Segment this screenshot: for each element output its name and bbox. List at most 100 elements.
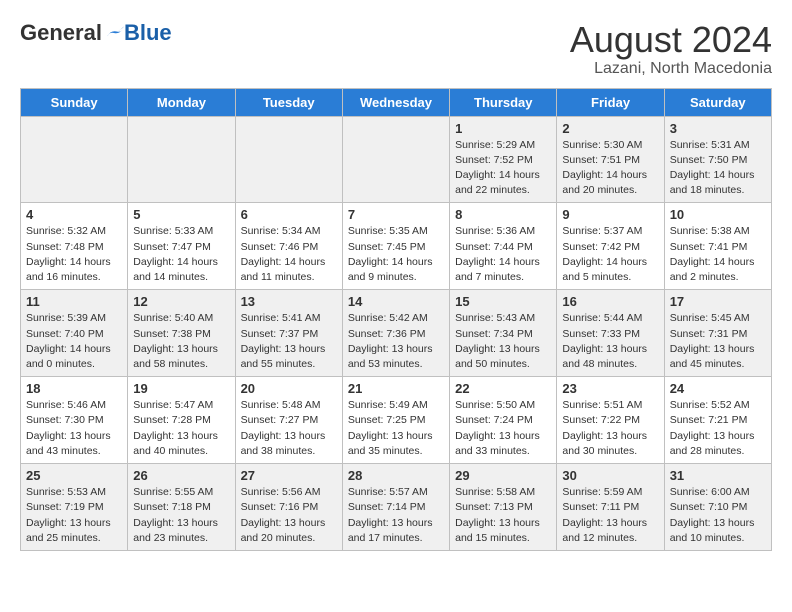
day-number: 25 bbox=[26, 468, 122, 483]
location-subtitle: Lazani, North Macedonia bbox=[570, 60, 772, 78]
day-info: Sunrise: 5:37 AMSunset: 7:42 PMDaylight:… bbox=[562, 224, 658, 285]
day-info: Sunrise: 5:44 AMSunset: 7:33 PMDaylight:… bbox=[562, 311, 658, 372]
logo: General Blue bbox=[20, 20, 172, 46]
day-info: Sunrise: 5:45 AMSunset: 7:31 PMDaylight:… bbox=[670, 311, 766, 372]
calendar-cell: 7 Sunrise: 5:35 AMSunset: 7:45 PMDaylight… bbox=[342, 203, 449, 290]
calendar-cell bbox=[342, 116, 449, 203]
day-info: Sunrise: 6:00 AMSunset: 7:10 PMDaylight:… bbox=[670, 485, 766, 546]
day-info: Sunrise: 5:41 AMSunset: 7:37 PMDaylight:… bbox=[241, 311, 337, 372]
day-info: Sunrise: 5:47 AMSunset: 7:28 PMDaylight:… bbox=[133, 398, 229, 459]
weekday-header-row: SundayMondayTuesdayWednesdayThursdayFrid… bbox=[21, 88, 772, 116]
day-info: Sunrise: 5:53 AMSunset: 7:19 PMDaylight:… bbox=[26, 485, 122, 546]
calendar-cell: 16 Sunrise: 5:44 AMSunset: 7:33 PMDayligh… bbox=[557, 290, 664, 377]
calendar-cell bbox=[235, 116, 342, 203]
day-number: 18 bbox=[26, 381, 122, 396]
day-number: 14 bbox=[348, 294, 444, 309]
day-info: Sunrise: 5:48 AMSunset: 7:27 PMDaylight:… bbox=[241, 398, 337, 459]
day-number: 31 bbox=[670, 468, 766, 483]
calendar-cell: 17 Sunrise: 5:45 AMSunset: 7:31 PMDayligh… bbox=[664, 290, 771, 377]
day-number: 16 bbox=[562, 294, 658, 309]
logo-blue-text: Blue bbox=[124, 20, 172, 46]
weekday-header-tuesday: Tuesday bbox=[235, 88, 342, 116]
calendar-cell: 26 Sunrise: 5:55 AMSunset: 7:18 PMDayligh… bbox=[128, 464, 235, 551]
day-info: Sunrise: 5:38 AMSunset: 7:41 PMDaylight:… bbox=[670, 224, 766, 285]
day-info: Sunrise: 5:35 AMSunset: 7:45 PMDaylight:… bbox=[348, 224, 444, 285]
calendar-cell: 25 Sunrise: 5:53 AMSunset: 7:19 PMDayligh… bbox=[21, 464, 128, 551]
day-number: 9 bbox=[562, 207, 658, 222]
day-number: 8 bbox=[455, 207, 551, 222]
calendar-cell: 9 Sunrise: 5:37 AMSunset: 7:42 PMDaylight… bbox=[557, 203, 664, 290]
calendar-cell: 23Sunrise: 5:51 AMSunset: 7:22 PMDayligh… bbox=[557, 377, 664, 464]
weekday-header-thursday: Thursday bbox=[450, 88, 557, 116]
day-number: 19 bbox=[133, 381, 229, 396]
title-area: August 2024 Lazani, North Macedonia bbox=[570, 20, 772, 78]
day-info: Sunrise: 5:55 AMSunset: 7:18 PMDaylight:… bbox=[133, 485, 229, 546]
calendar-cell: 24Sunrise: 5:52 AMSunset: 7:21 PMDayligh… bbox=[664, 377, 771, 464]
calendar-cell: 2 Sunrise: 5:30 AMSunset: 7:51 PMDaylight… bbox=[557, 116, 664, 203]
day-info: Sunrise: 5:46 AMSunset: 7:30 PMDaylight:… bbox=[26, 398, 122, 459]
day-number: 17 bbox=[670, 294, 766, 309]
calendar-cell: 30 Sunrise: 5:59 AMSunset: 7:11 PMDayligh… bbox=[557, 464, 664, 551]
day-info: Sunrise: 5:42 AMSunset: 7:36 PMDaylight:… bbox=[348, 311, 444, 372]
day-number: 30 bbox=[562, 468, 658, 483]
day-number: 5 bbox=[133, 207, 229, 222]
day-number: 21 bbox=[348, 381, 444, 396]
calendar-cell: 28 Sunrise: 5:57 AMSunset: 7:14 PMDayligh… bbox=[342, 464, 449, 551]
calendar-cell: 8 Sunrise: 5:36 AMSunset: 7:44 PMDaylight… bbox=[450, 203, 557, 290]
day-number: 3 bbox=[670, 121, 766, 136]
day-number: 4 bbox=[26, 207, 122, 222]
logo-bird-icon bbox=[104, 23, 124, 43]
day-number: 10 bbox=[670, 207, 766, 222]
calendar-cell: 13 Sunrise: 5:41 AMSunset: 7:37 PMDayligh… bbox=[235, 290, 342, 377]
day-info: Sunrise: 5:43 AMSunset: 7:34 PMDaylight:… bbox=[455, 311, 551, 372]
day-info: Sunrise: 5:52 AMSunset: 7:21 PMDaylight:… bbox=[670, 398, 766, 459]
weekday-header-sunday: Sunday bbox=[21, 88, 128, 116]
day-number: 13 bbox=[241, 294, 337, 309]
weekday-header-monday: Monday bbox=[128, 88, 235, 116]
calendar-week-row: 11 Sunrise: 5:39 AMSunset: 7:40 PMDayligh… bbox=[21, 290, 772, 377]
calendar-cell: 20Sunrise: 5:48 AMSunset: 7:27 PMDayligh… bbox=[235, 377, 342, 464]
day-number: 22 bbox=[455, 381, 551, 396]
day-info: Sunrise: 5:36 AMSunset: 7:44 PMDaylight:… bbox=[455, 224, 551, 285]
day-info: Sunrise: 5:29 AMSunset: 7:52 PMDaylight:… bbox=[455, 138, 551, 199]
calendar-cell: 10 Sunrise: 5:38 AMSunset: 7:41 PMDayligh… bbox=[664, 203, 771, 290]
calendar-week-row: 1 Sunrise: 5:29 AMSunset: 7:52 PMDaylight… bbox=[21, 116, 772, 203]
day-number: 27 bbox=[241, 468, 337, 483]
calendar-header: SundayMondayTuesdayWednesdayThursdayFrid… bbox=[21, 88, 772, 116]
day-number: 26 bbox=[133, 468, 229, 483]
page-header: General Blue August 2024 Lazani, North M… bbox=[20, 20, 772, 78]
day-info: Sunrise: 5:57 AMSunset: 7:14 PMDaylight:… bbox=[348, 485, 444, 546]
day-number: 23 bbox=[562, 381, 658, 396]
weekday-header-wednesday: Wednesday bbox=[342, 88, 449, 116]
day-number: 2 bbox=[562, 121, 658, 136]
day-info: Sunrise: 5:30 AMSunset: 7:51 PMDaylight:… bbox=[562, 138, 658, 199]
day-info: Sunrise: 5:39 AMSunset: 7:40 PMDaylight:… bbox=[26, 311, 122, 372]
calendar-cell: 1 Sunrise: 5:29 AMSunset: 7:52 PMDaylight… bbox=[450, 116, 557, 203]
calendar-cell: 15 Sunrise: 5:43 AMSunset: 7:34 PMDayligh… bbox=[450, 290, 557, 377]
calendar-cell: 4 Sunrise: 5:32 AMSunset: 7:48 PMDaylight… bbox=[21, 203, 128, 290]
month-year-title: August 2024 bbox=[570, 20, 772, 60]
day-number: 11 bbox=[26, 294, 122, 309]
calendar-cell: 11 Sunrise: 5:39 AMSunset: 7:40 PMDayligh… bbox=[21, 290, 128, 377]
calendar-cell: 18 Sunrise: 5:46 AMSunset: 7:30 PMDayligh… bbox=[21, 377, 128, 464]
calendar-week-row: 4 Sunrise: 5:32 AMSunset: 7:48 PMDaylight… bbox=[21, 203, 772, 290]
day-info: Sunrise: 5:31 AMSunset: 7:50 PMDaylight:… bbox=[670, 138, 766, 199]
calendar-body: 1 Sunrise: 5:29 AMSunset: 7:52 PMDaylight… bbox=[21, 116, 772, 550]
day-number: 7 bbox=[348, 207, 444, 222]
calendar-cell: 6Sunrise: 5:34 AMSunset: 7:46 PMDaylight… bbox=[235, 203, 342, 290]
day-number: 28 bbox=[348, 468, 444, 483]
day-info: Sunrise: 5:32 AMSunset: 7:48 PMDaylight:… bbox=[26, 224, 122, 285]
calendar-cell: 5 Sunrise: 5:33 AMSunset: 7:47 PMDaylight… bbox=[128, 203, 235, 290]
weekday-header-saturday: Saturday bbox=[664, 88, 771, 116]
day-info: Sunrise: 5:50 AMSunset: 7:24 PMDaylight:… bbox=[455, 398, 551, 459]
calendar-cell: 21Sunrise: 5:49 AMSunset: 7:25 PMDayligh… bbox=[342, 377, 449, 464]
calendar-cell bbox=[21, 116, 128, 203]
calendar-cell: 27Sunrise: 5:56 AMSunset: 7:16 PMDayligh… bbox=[235, 464, 342, 551]
day-number: 12 bbox=[133, 294, 229, 309]
day-number: 15 bbox=[455, 294, 551, 309]
day-number: 1 bbox=[455, 121, 551, 136]
day-info: Sunrise: 5:33 AMSunset: 7:47 PMDaylight:… bbox=[133, 224, 229, 285]
calendar-cell bbox=[128, 116, 235, 203]
day-info: Sunrise: 5:34 AMSunset: 7:46 PMDaylight:… bbox=[241, 224, 337, 285]
day-info: Sunrise: 5:59 AMSunset: 7:11 PMDaylight:… bbox=[562, 485, 658, 546]
